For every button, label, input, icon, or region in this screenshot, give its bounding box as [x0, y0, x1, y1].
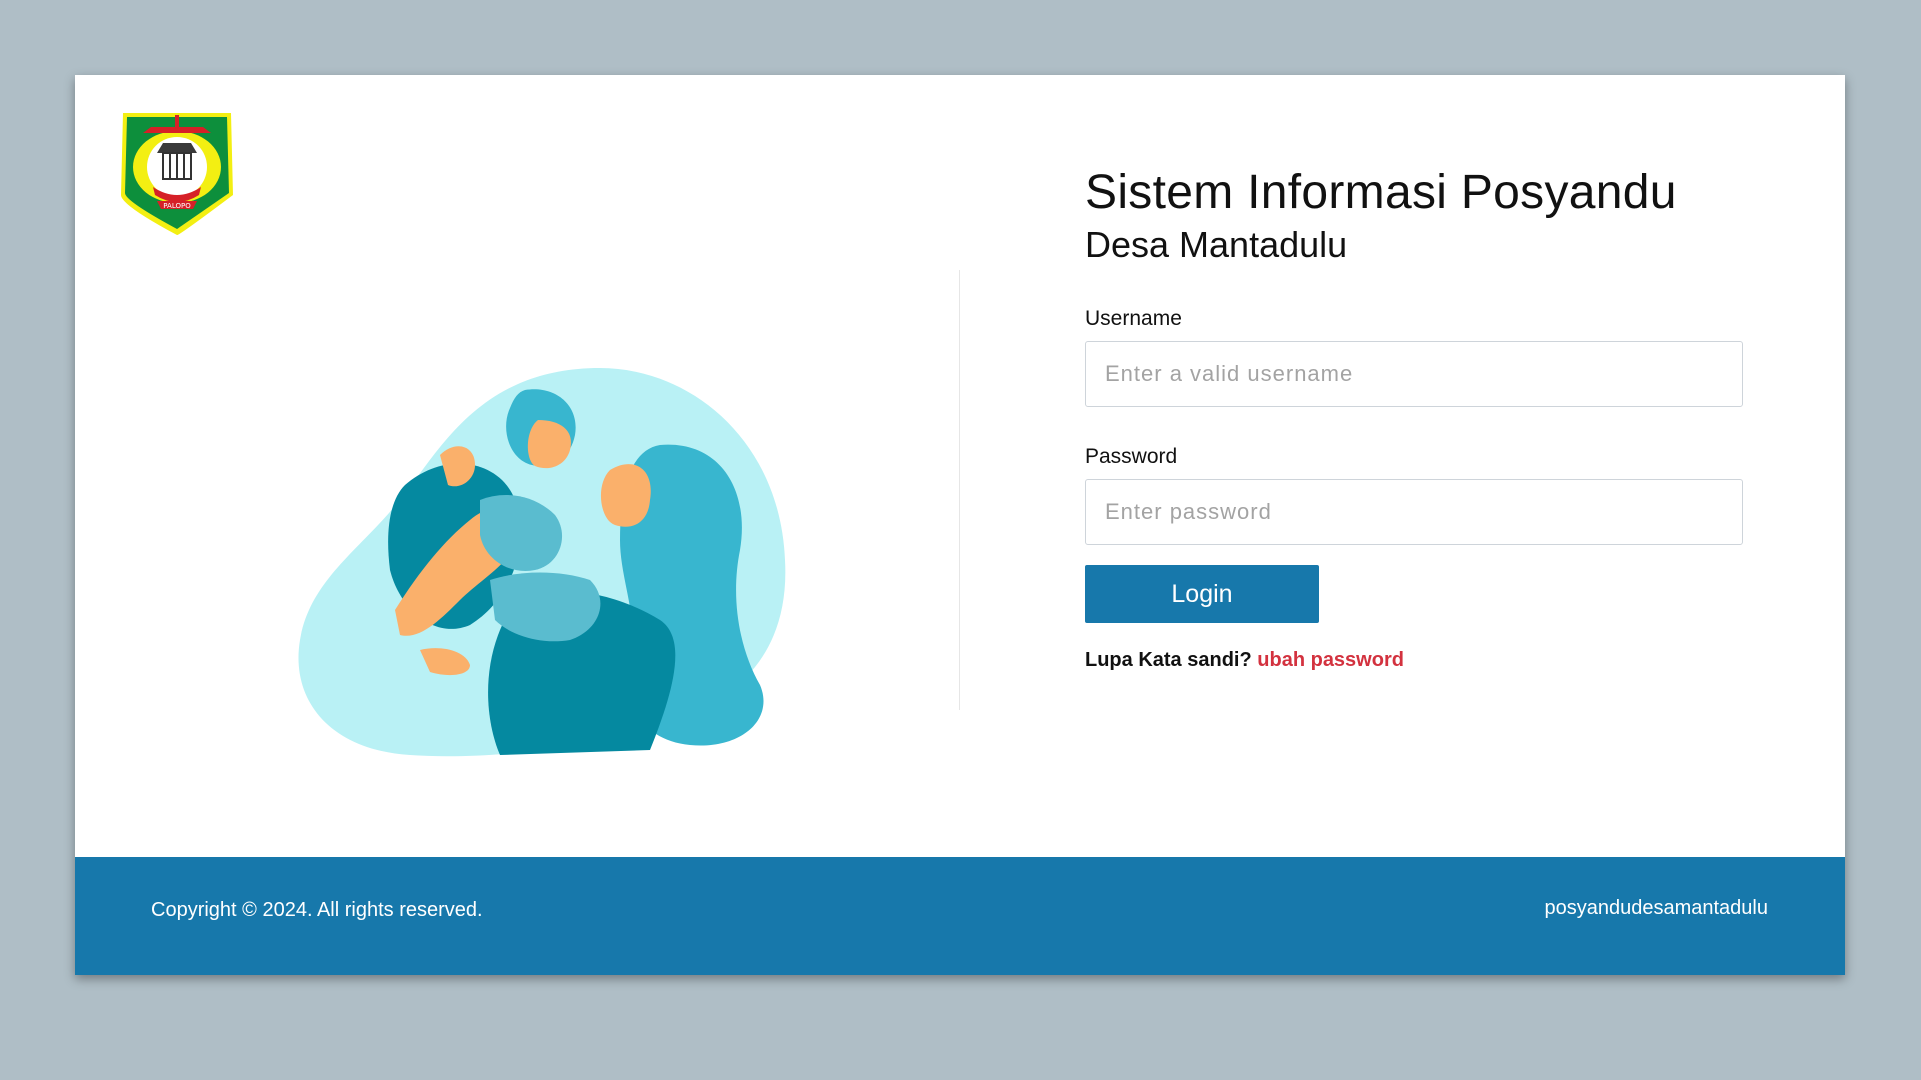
site-name: posyandudesamantadulu [1544, 897, 1768, 919]
copyright-text: Copyright © 2024. All rights reserved. [151, 899, 483, 921]
login-card: PALOPO Sistem Informasi Posyandu Desa Ma… [75, 75, 1845, 975]
palopo-emblem-icon: PALOPO [121, 113, 233, 235]
page-subtitle: Desa Mantadulu [1085, 224, 1348, 265]
page-title: Sistem Informasi Posyandu [1085, 166, 1677, 219]
forgot-password-row: Lupa Kata sandi? ubah password [1085, 649, 1745, 672]
vertical-divider [959, 270, 960, 710]
login-button[interactable]: Login [1085, 565, 1319, 623]
username-input[interactable] [1085, 341, 1743, 407]
password-label: Password [1085, 445, 1178, 468]
mother-and-child-illustration [298, 368, 786, 757]
password-input[interactable] [1085, 479, 1743, 545]
username-label: Username [1085, 307, 1182, 330]
forgot-password-text: Lupa Kata sandi? [1085, 649, 1252, 671]
login-form: Sistem Informasi Posyandu Desa Mantadulu… [1085, 165, 1745, 672]
reset-password-link[interactable]: ubah password [1257, 649, 1404, 671]
logo-text: PALOPO [163, 202, 191, 210]
footer: Copyright © 2024. All rights reserved. p… [75, 857, 1845, 975]
